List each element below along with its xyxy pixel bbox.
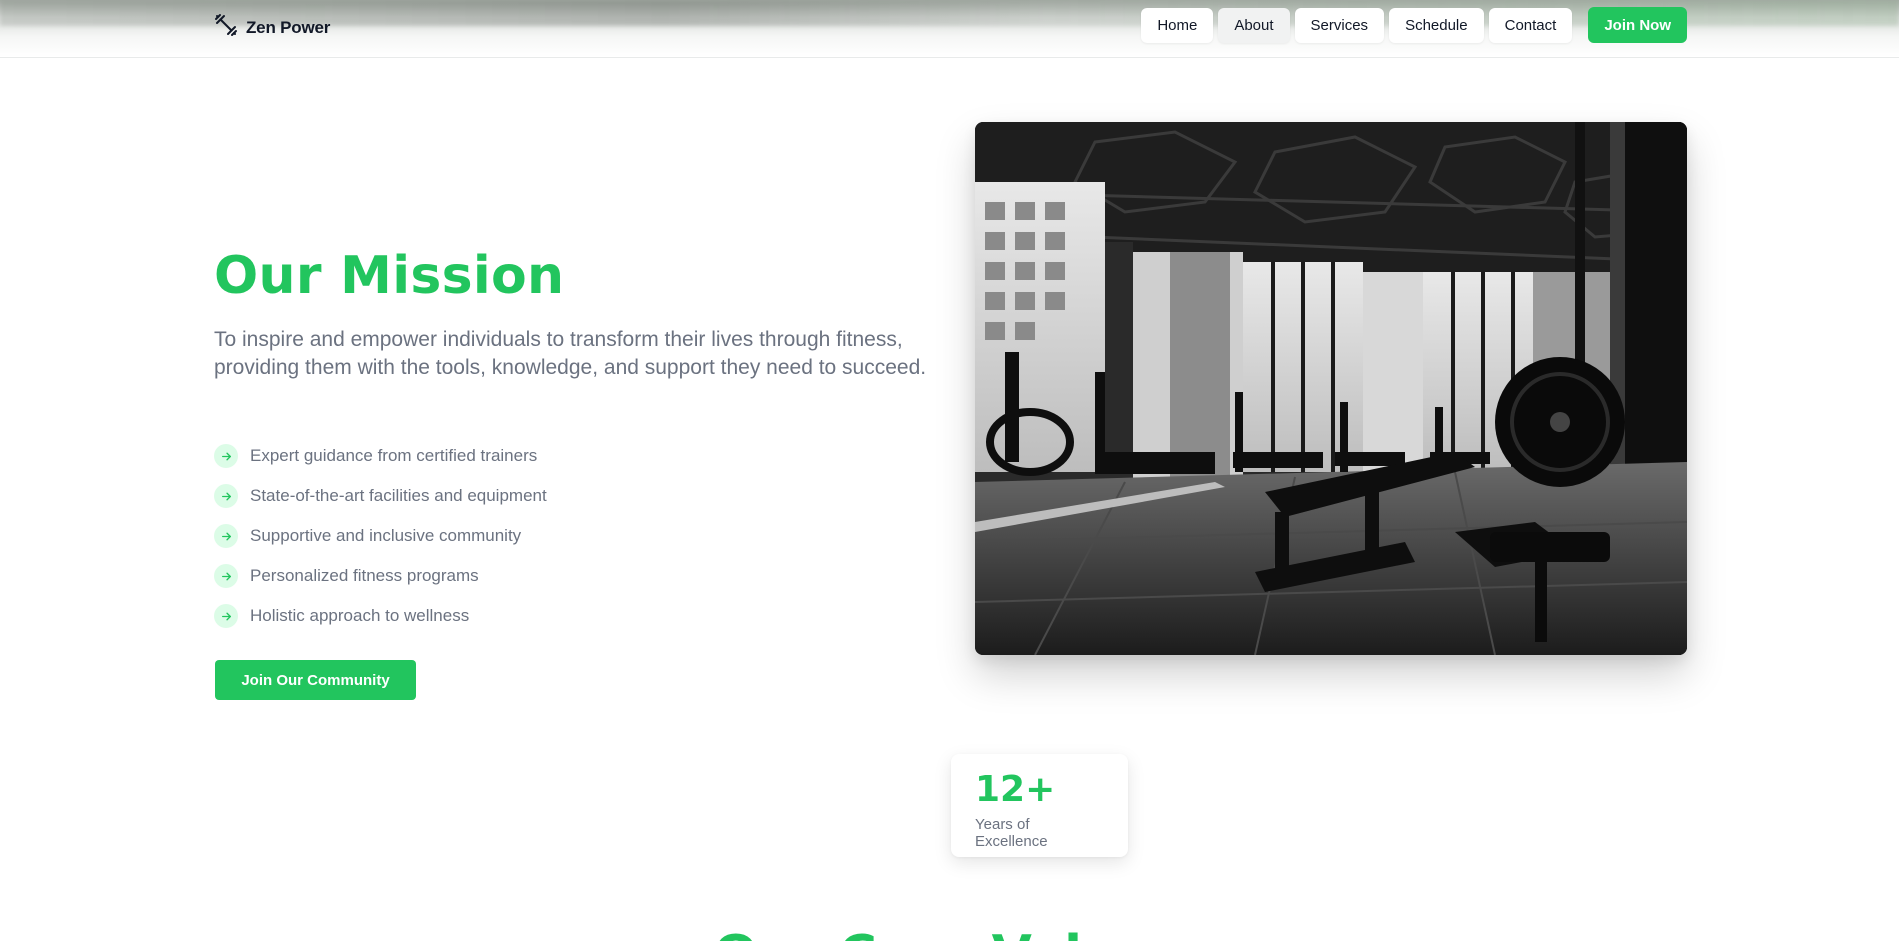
nav-schedule[interactable]: Schedule <box>1389 7 1484 43</box>
feature-list: Expert guidance from certified trainers … <box>214 444 547 644</box>
brand-name: Zen Power <box>246 17 331 37</box>
nav-home[interactable]: Home <box>1141 7 1214 43</box>
arrow-right-icon <box>214 604 238 628</box>
nav-services[interactable]: Services <box>1294 7 1385 43</box>
feature-text: Expert guidance from certified trainers <box>250 446 538 465</box>
list-item: Holistic approach to wellness <box>214 604 547 628</box>
site-header: Zen Power Home About Services Schedule C… <box>0 0 1899 58</box>
arrow-right-icon <box>214 484 238 508</box>
join-community-button[interactable]: Join Our Community <box>215 660 416 700</box>
arrow-right-icon <box>214 564 238 588</box>
mission-description: To inspire and empower individuals to tr… <box>214 328 927 379</box>
stat-label: Years of Excellence <box>975 816 1048 850</box>
list-item: Expert guidance from certified trainers <box>214 444 547 468</box>
stat-card: 12+ Years of Excellence <box>951 754 1128 857</box>
feature-text: Personalized fitness programs <box>250 566 479 585</box>
main-nav: Home About Services Schedule Contact Joi… <box>1136 7 1687 43</box>
stat-value: 12+ <box>975 769 1056 810</box>
gym-photo <box>975 122 1687 655</box>
nav-contact[interactable]: Contact <box>1488 7 1573 43</box>
nav-about[interactable]: About <box>1218 7 1290 43</box>
list-item: Supportive and inclusive community <box>214 524 547 548</box>
arrow-right-icon <box>214 444 238 468</box>
mission-title: Our Mission <box>214 246 565 306</box>
feature-text: Holistic approach to wellness <box>250 606 470 625</box>
feature-text: Supportive and inclusive community <box>250 526 522 545</box>
join-now-button[interactable]: Join Now <box>1588 7 1687 43</box>
core-values-title: Our Core Values <box>0 925 1899 941</box>
feature-text: State-of-the-art facilities and equipmen… <box>250 486 547 505</box>
brand-logo[interactable]: Zen Power <box>214 13 330 42</box>
arrow-right-icon <box>214 524 238 548</box>
list-item: State-of-the-art facilities and equipmen… <box>214 484 547 508</box>
dumbbell-icon <box>214 13 238 42</box>
list-item: Personalized fitness programs <box>214 564 547 588</box>
